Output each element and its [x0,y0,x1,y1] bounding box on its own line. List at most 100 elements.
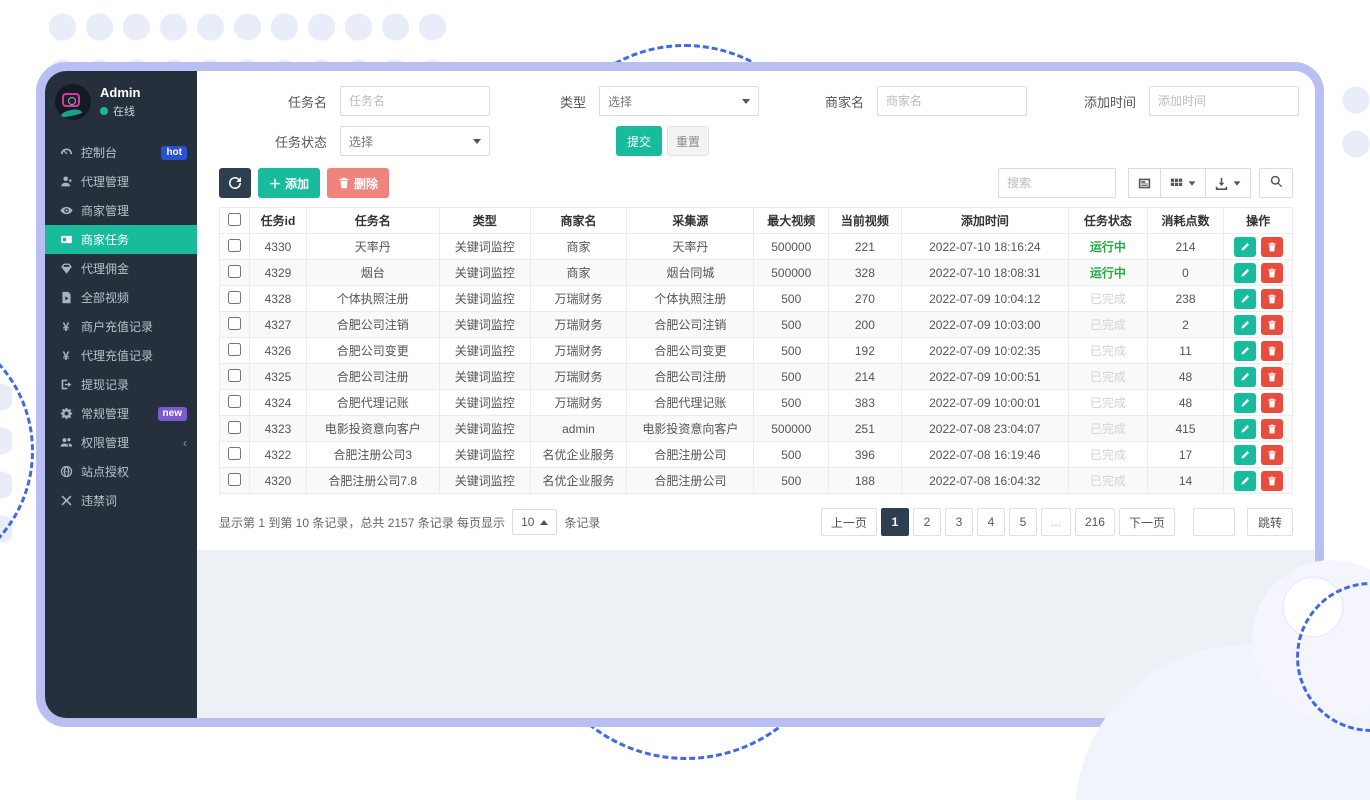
status-badge: 已完成 [1069,442,1148,468]
cell-type: 关键词监控 [439,416,530,442]
row-delete-button[interactable] [1261,445,1283,465]
page-button-216[interactable]: 216 [1075,508,1115,536]
filter-form: 任务名 类型 选择 商家名 [197,71,1315,156]
row-checkbox[interactable] [228,317,241,330]
cell-merchant: 名优企业服务 [530,468,627,494]
refresh-button[interactable] [219,168,251,198]
sidebar-item-label: 全部视频 [81,289,187,306]
sidebar-item-3[interactable]: 商家任务 [45,225,197,254]
add-time-input[interactable] [1149,86,1299,116]
cell-id: 4326 [250,338,306,364]
row-delete-button[interactable] [1261,341,1283,361]
sidebar-item-4[interactable]: 代理佣金 [45,254,197,283]
type-select[interactable]: 选择 [599,86,759,116]
cell-current: 383 [829,390,902,416]
sidebar-item-12[interactable]: 违禁词 [45,486,197,515]
row-delete-button[interactable] [1261,289,1283,309]
edit-button[interactable] [1234,315,1256,335]
edit-button[interactable] [1234,471,1256,491]
sidebar-item-11[interactable]: 站点授权 [45,457,197,486]
page-button-5[interactable]: 5 [1009,508,1037,536]
edit-button[interactable] [1234,263,1256,283]
edit-button[interactable] [1234,393,1256,413]
select-all-checkbox[interactable] [228,213,241,226]
task-status-select[interactable]: 选择 [340,126,490,156]
row-checkbox[interactable] [228,239,241,252]
merchant-label: 商家名 [819,92,864,111]
prev-page-button[interactable]: 上一页 [821,508,877,536]
columns-grid-icon [1170,177,1183,190]
page-button-2[interactable]: 2 [913,508,941,536]
row-delete-button[interactable] [1261,419,1283,439]
submit-button[interactable]: 提交 [616,126,662,156]
jump-button[interactable]: 跳转 [1247,508,1293,536]
cell-actions [1224,416,1293,442]
cell-merchant: 万瑞财务 [530,312,627,338]
sidebar-item-2[interactable]: 商家管理 [45,196,197,225]
sidebar-item-1[interactable]: 代理管理 [45,167,197,196]
cell-current: 396 [829,442,902,468]
cell-merchant: 万瑞财务 [530,390,627,416]
task-name-input[interactable] [340,86,490,116]
row-delete-button[interactable] [1261,315,1283,335]
page-size-dropdown[interactable]: 10 [512,509,557,535]
page-button-3[interactable]: 3 [945,508,973,536]
export-button[interactable] [1206,168,1251,198]
row-checkbox[interactable] [228,447,241,460]
cell-merchant: 万瑞财务 [530,338,627,364]
edit-button[interactable] [1234,445,1256,465]
avatar[interactable] [55,84,91,120]
sidebar-item-label: 控制台 [81,144,153,161]
edit-button[interactable] [1234,367,1256,387]
row-checkbox[interactable] [228,395,241,408]
page-button-1[interactable]: 1 [881,508,909,536]
search-button[interactable] [1259,168,1293,198]
sidebar-item-8[interactable]: 提现记录 [45,370,197,399]
row-checkbox[interactable] [228,265,241,278]
row-delete-button[interactable] [1261,237,1283,257]
sidebar-item-7[interactable]: ¥代理充值记录 [45,341,197,370]
cell-source: 合肥公司注册 [627,364,754,390]
cell-actions [1224,390,1293,416]
edit-button[interactable] [1234,237,1256,257]
row-delete-button[interactable] [1261,471,1283,491]
next-page-button[interactable]: 下一页 [1119,508,1175,536]
row-checkbox[interactable] [228,343,241,356]
add-button[interactable]: ＋添加 [258,168,320,198]
cell-points: 415 [1147,416,1224,442]
columns-button[interactable] [1161,168,1206,198]
table-row: 4323电影投资意向客户关键词监控admin电影投资意向客户5000002512… [220,416,1293,442]
reset-button[interactable]: 重置 [667,126,709,156]
cell-type: 关键词监控 [439,234,530,260]
row-delete-button[interactable] [1261,367,1283,387]
search-input[interactable] [998,168,1116,198]
row-checkbox[interactable] [228,473,241,486]
sidebar-item-10[interactable]: 权限管理‹ [45,428,197,457]
edit-button[interactable] [1234,289,1256,309]
row-delete-button[interactable] [1261,263,1283,283]
row-checkbox[interactable] [228,291,241,304]
delete-button[interactable]: 删除 [327,168,389,198]
sidebar-item-5[interactable]: 全部视频 [45,283,197,312]
edit-button[interactable] [1234,341,1256,361]
row-checkbox[interactable] [228,369,241,382]
row-checkbox[interactable] [228,421,241,434]
sidebar-item-0[interactable]: 控制台hot [45,138,197,167]
edit-button[interactable] [1234,419,1256,439]
user-status: 在线 [100,103,140,119]
table-toolbar: ＋添加 删除 [197,166,1315,198]
cell-name: 合肥注册公司3 [306,442,439,468]
jump-page-input[interactable] [1193,508,1235,536]
sidebar-item-6[interactable]: ¥商户充值记录 [45,312,197,341]
card-view-button[interactable] [1128,168,1161,198]
table-row: 4329烟台关键词监控商家烟台同城5000003282022-07-10 18:… [220,260,1293,286]
column-header: 消耗点数 [1147,208,1224,234]
merchant-input[interactable] [877,86,1027,116]
cell-time: 2022-07-09 10:04:12 [901,286,1068,312]
chevron-down-icon [473,139,481,144]
sidebar-menu: 控制台hot代理管理商家管理商家任务代理佣金全部视频 ¥商户充值记录¥代理充值记录… [45,138,197,515]
page-button-4[interactable]: 4 [977,508,1005,536]
sidebar-item-9[interactable]: 常规管理new [45,399,197,428]
cell-actions [1224,312,1293,338]
row-delete-button[interactable] [1261,393,1283,413]
